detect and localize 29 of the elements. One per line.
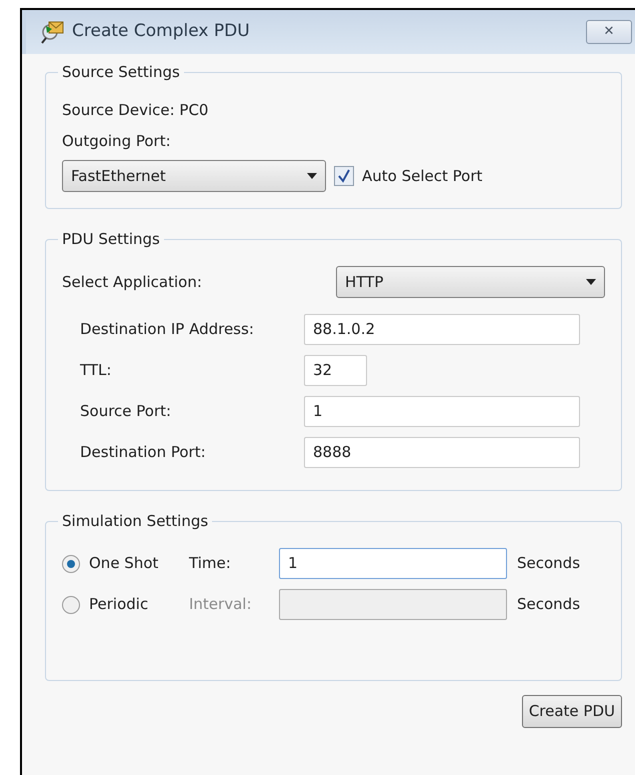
unit-label: Seconds <box>517 553 580 574</box>
auto-select-checkbox[interactable] <box>334 166 354 186</box>
field-label: Destination Port: <box>80 442 207 464</box>
envelope-magnifier-icon <box>40 20 66 44</box>
input-field[interactable]: 1 <box>304 396 580 427</box>
port-dropdown[interactable]: FastEthernet <box>62 160 326 192</box>
caret-icon <box>586 279 596 285</box>
outgoing-port-label: Outgoing Port: <box>62 130 172 152</box>
close-button[interactable]: ✕ <box>586 20 632 44</box>
input-field[interactable]: 8888 <box>304 437 580 468</box>
field-label: Source Port: <box>80 401 172 422</box>
source-device-label: Source Device: PC0 <box>62 100 210 121</box>
input-field[interactable]: 88.1.0.2 <box>304 314 580 345</box>
input-field[interactable]: 32 <box>304 355 367 386</box>
caret-icon <box>307 173 317 179</box>
field-label: Destination IP Address: <box>80 319 255 340</box>
radio-label: One Shot <box>89 553 160 574</box>
radio-label: Periodic <box>89 594 150 616</box>
window-title: Create Complex PDU <box>72 20 250 44</box>
radio-button[interactable] <box>62 554 80 572</box>
field-label: Time: <box>189 553 232 574</box>
field-label: TTL: <box>80 360 112 382</box>
create-pdu-button[interactable]: Create PDU <box>522 695 622 728</box>
auto-select-label: Auto Select Port <box>362 166 482 187</box>
application-dropdown[interactable]: HTTP <box>336 266 605 298</box>
application-label: Select Application: <box>62 272 203 293</box>
unit-label: Seconds <box>517 594 580 616</box>
input-field[interactable]: 1 <box>279 548 507 579</box>
field-label: Interval: <box>189 594 252 616</box>
